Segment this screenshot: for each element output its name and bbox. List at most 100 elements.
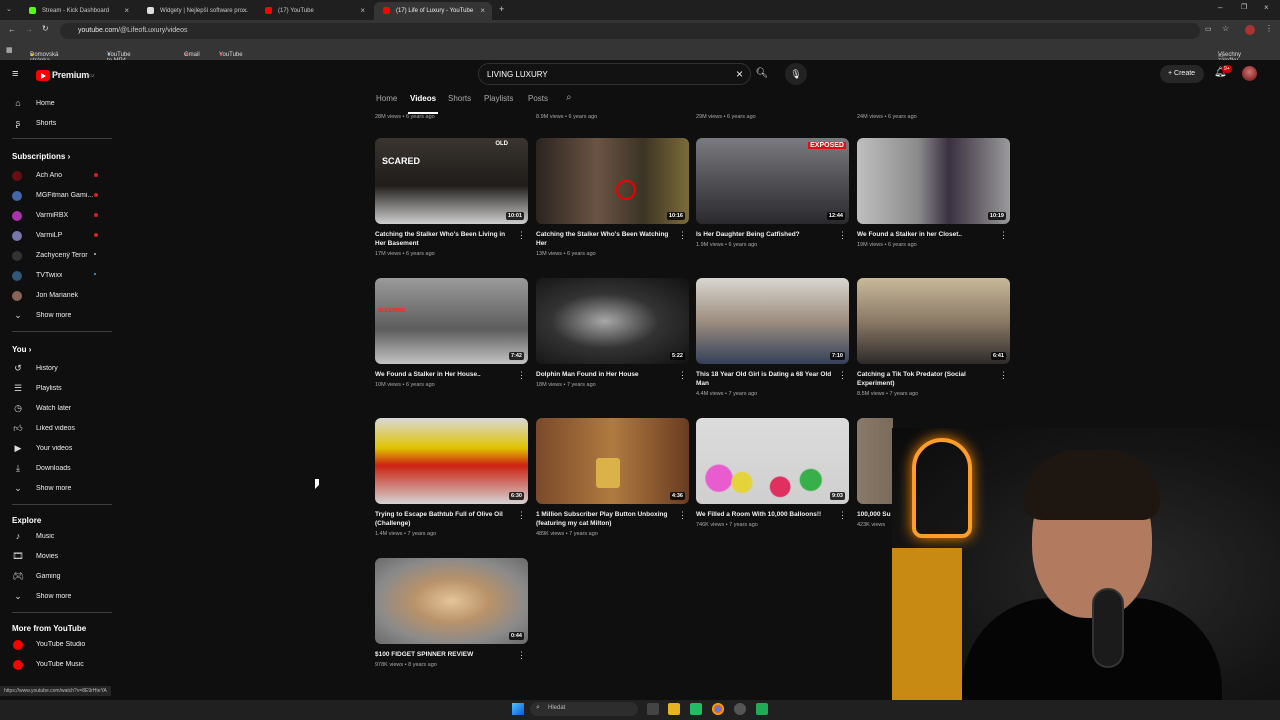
more-actions-icon[interactable]: ⋮ [999,230,1008,241]
sidebar-item-movies[interactable]: 🎞︎ Movies [0,547,120,567]
store-icon[interactable] [690,703,702,715]
account-avatar[interactable] [1242,66,1257,81]
tab-videos[interactable]: Videos [410,94,436,103]
create-button[interactable]: + Create [1160,65,1204,83]
more-actions-icon[interactable]: ⋮ [517,650,526,661]
sidebar-sub-item[interactable]: TVTwixx [0,266,120,286]
video-thumbnail[interactable]: 6:41 [857,278,1010,364]
video-thumbnail[interactable]: SLEEPING 7:42 [375,278,528,364]
sidebar-sub-item[interactable]: Jon Marianek [0,286,120,306]
video-title[interactable]: 100,000 Su [857,510,893,519]
youtube-logo[interactable]: Premium CZ [36,68,94,82]
sidebar-item-music[interactable]: ♪ Music [0,527,120,547]
video-thumbnail[interactable]: 9:03 [696,418,849,504]
clear-search-icon[interactable]: × [736,67,743,81]
close-tab-icon[interactable]: × [360,6,365,15]
more-actions-icon[interactable]: ⋮ [678,230,687,241]
video-title[interactable]: Catching the Stalker Who's Been Watching… [536,230,689,248]
close-tab-icon[interactable]: × [242,6,247,15]
sidebar-sub-item[interactable]: MGFitman Gami... [0,186,120,206]
video-card[interactable]: 9:03 We Filled a Room With 10,000 Balloo… [696,418,849,528]
more-actions-icon[interactable]: ⋮ [838,510,847,521]
video-card[interactable]: 6:41 Catching a Tik Tok Predator (Social… [857,278,1010,397]
show-more-explore[interactable]: ⌄ Show more [0,587,120,607]
tab-playlists[interactable]: Playlists [484,94,513,103]
video-card[interactable]: 10:16 Catching the Stalker Who's Been Wa… [536,138,689,257]
sidebar-sub-item[interactable]: Zachycený Teror [0,246,120,266]
video-card[interactable]: 6:30 Trying to Escape Bathtub Full of Ol… [375,418,528,537]
sidebar-item-playlists[interactable]: ☰ Playlists [0,379,120,399]
tab-kick[interactable]: Stream - Kick Dashboard × [20,2,136,20]
bookmark-star-icon[interactable]: ☆ [1222,24,1229,33]
video-card[interactable]: SCARED OLD 10:01 Catching the Stalker Wh… [375,138,528,257]
sidebar-item-liked-videos[interactable]: 👍︎ Liked videos [0,419,120,439]
task-view-icon[interactable] [647,703,659,715]
video-title[interactable]: Catching the Stalker Who's Been Living i… [375,230,528,248]
chrome-icon[interactable] [712,703,724,715]
reload-icon[interactable]: ↻ [42,24,49,33]
sidebar-sub-item[interactable]: VarmiLP [0,226,120,246]
video-card[interactable]: EXPOSED 12:44 Is Her Daughter Being Catf… [696,138,849,248]
maximize-icon[interactable]: ❐ [1241,3,1247,11]
sidebar-item-watch-later[interactable]: ◷ Watch later [0,399,120,419]
more-actions-icon[interactable]: ⋮ [999,370,1008,381]
sidebar-item-youtube-studio[interactable]: YouTube Studio [0,635,120,655]
menu-dots-icon[interactable]: ⋮ [1265,24,1273,33]
video-card[interactable]: 100,000 Su 423K views [857,418,893,528]
sidebar-item-downloads[interactable]: ⤓ Downloads [0,459,120,479]
search-input[interactable]: LIVING LUXURY × [478,63,751,85]
file-explorer-icon[interactable] [668,703,680,715]
video-title[interactable]: Dolphin Man Found in Her House [536,370,689,379]
video-title[interactable]: Catching a Tik Tok Predator (Social Expe… [857,370,1010,388]
you-heading[interactable]: You › [12,345,31,354]
video-card[interactable]: 5:22 Dolphin Man Found in Her House 18M … [536,278,689,388]
close-tab-icon[interactable]: × [124,6,129,15]
video-title[interactable]: This 18 Year Old Girl is Dating a 68 Yea… [696,370,849,388]
video-title[interactable]: We Found a Stalker in her Closet.. [857,230,1010,239]
windows-start-icon[interactable] [512,703,524,715]
tab-posts[interactable]: Posts [528,94,548,103]
video-card[interactable]: SLEEPING 7:42 We Found a Stalker in Her … [375,278,528,388]
channel-search-icon[interactable]: ⌕ [566,92,572,103]
voice-search-button[interactable]: 🎙︎ [785,63,807,85]
back-icon[interactable]: ← [8,25,16,34]
video-thumbnail[interactable]: 10:19 [857,138,1010,224]
video-thumbnail[interactable]: 0:44 [375,558,528,644]
install-icon[interactable]: ▭ [1205,25,1212,33]
more-actions-icon[interactable]: ⋮ [517,370,526,381]
show-more-you[interactable]: ⌄ Show more [0,479,120,499]
show-more-subscriptions[interactable]: ⌄ Show more [0,306,120,326]
video-card[interactable]: 10:19 We Found a Stalker in her Closet..… [857,138,1010,248]
video-thumbnail[interactable] [857,418,893,504]
video-thumbnail[interactable]: EXPOSED 12:44 [696,138,849,224]
video-title[interactable]: We Found a Stalker in Her House.. [375,370,528,379]
more-actions-icon[interactable]: ⋮ [838,370,847,381]
address-bar[interactable]: youtube.com/@LifeofLuxury/videos [60,23,1200,39]
video-title[interactable]: 1 Million Subscriber Play Button Unboxin… [536,510,689,528]
taskbar-search[interactable]: ⌕ Hledat [530,702,638,716]
video-title[interactable]: $100 FIDGET SPINNER REVIEW [375,650,528,659]
sidebar-item-gaming[interactable]: 🎮︎ Gaming [0,567,120,587]
tab-widgety[interactable]: Widgety | Nejlepší software pro... × [138,2,254,20]
tab-home[interactable]: Home [376,94,397,103]
subscriptions-heading[interactable]: Subscriptions › [12,152,70,161]
video-card[interactable]: 0:44 $100 FIDGET SPINNER REVIEW 978K vie… [375,558,528,668]
video-thumbnail[interactable]: 10:16 [536,138,689,224]
sidebar-item-shorts[interactable]: ʂ Shorts [0,114,120,134]
tab-life-of-luxury[interactable]: (17) Life of Luxury - YouTube × [374,2,492,20]
video-thumbnail[interactable]: 4:36 [536,418,689,504]
video-title[interactable]: Is Her Daughter Being Catfished? [696,230,849,239]
sidebar-item-history[interactable]: ↺ History [0,359,120,379]
obs-icon[interactable] [734,703,746,715]
search-button[interactable]: 🔍︎ [751,63,773,85]
video-thumbnail[interactable]: 6:30 [375,418,528,504]
profile-icon[interactable] [1245,25,1255,35]
kick-icon[interactable] [756,703,768,715]
sidebar-sub-item[interactable]: VarmiRBX [0,206,120,226]
more-actions-icon[interactable]: ⋮ [678,370,687,381]
new-tab-icon[interactable]: + [499,4,504,14]
more-actions-icon[interactable]: ⋮ [678,510,687,521]
video-title[interactable]: We Filled a Room With 10,000 Balloons!! [696,510,849,519]
close-window-icon[interactable]: × [1264,3,1269,12]
close-tab-icon[interactable]: × [480,6,485,15]
